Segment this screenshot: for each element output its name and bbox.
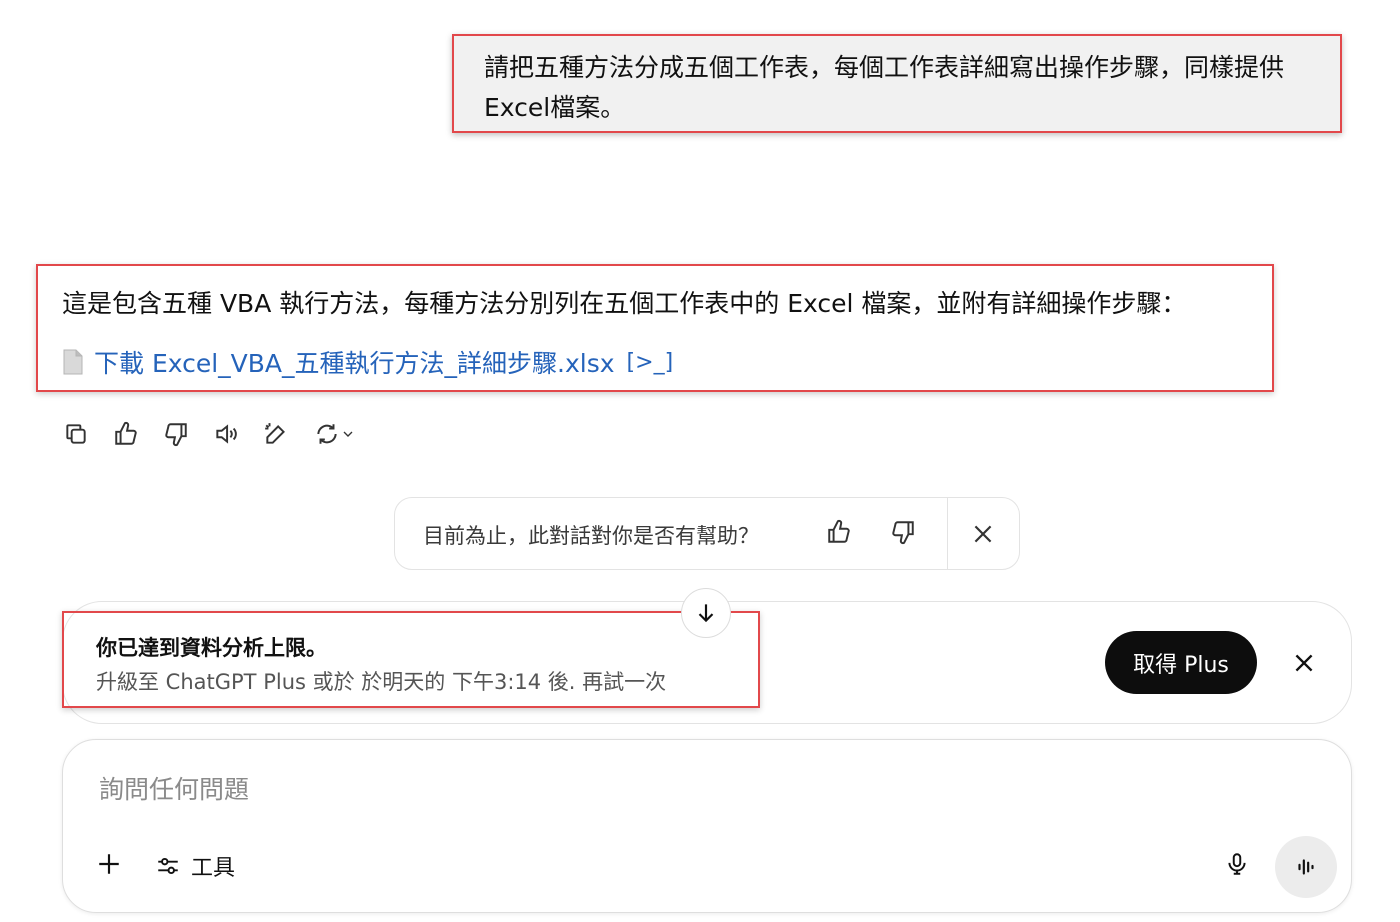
message-action-bar: [58, 416, 362, 452]
copy-icon[interactable]: [58, 416, 94, 452]
thumbs-down-icon[interactable]: [158, 416, 194, 452]
tools-label: 工具: [191, 856, 236, 881]
file-download-row: 下載 Excel_VBA_五種執行方法_詳細步驟.xlsx [>_]: [62, 344, 673, 380]
feedback-close-icon[interactable]: [967, 518, 999, 550]
sliders-icon: [158, 857, 178, 875]
read-aloud-icon[interactable]: [208, 416, 244, 452]
document-icon: [62, 349, 84, 375]
edit-icon[interactable]: [258, 416, 294, 452]
assistant-reply-text: 這是包含五種 VBA 執行方法，每種方法分別列在五個工作表中的 Excel 檔案…: [62, 289, 1187, 318]
feedback-prompt: 目前為止，此對話對你是否有幫助？: [394, 497, 1020, 570]
divider: [947, 498, 948, 569]
message-composer: 工具: [62, 739, 1352, 913]
limit-close-icon[interactable]: [1288, 647, 1320, 679]
feedback-question: 目前為止，此對話對你是否有幫助？: [423, 524, 759, 548]
assistant-reply: 這是包含五種 VBA 執行方法，每種方法分別列在五個工作表中的 Excel 檔案…: [36, 264, 1274, 392]
microphone-icon[interactable]: [1221, 848, 1253, 880]
prompt-input[interactable]: [97, 768, 1001, 810]
get-plus-button[interactable]: 取得 Plus: [1105, 631, 1257, 694]
chevron-down-icon[interactable]: [340, 426, 356, 442]
user-message-bubble: 請把五種方法分成五個工作表，每個工作表詳細寫出操作步驟，同樣提供Excel檔案。: [452, 34, 1342, 133]
voice-mode-button[interactable]: [1275, 836, 1337, 898]
user-message-text: 請把五種方法分成五個工作表，每個工作表詳細寫出操作步驟，同樣提供Excel檔案。: [484, 53, 1285, 122]
plus-icon[interactable]: [93, 848, 125, 880]
tools-button[interactable]: 工具: [155, 850, 235, 882]
feedback-thumbs-up-icon[interactable]: [823, 516, 855, 548]
file-download-link[interactable]: 下載 Excel_VBA_五種執行方法_詳細步驟.xlsx: [94, 344, 615, 380]
voice-waveform-icon: [1298, 859, 1314, 875]
regenerate-icon[interactable]: [308, 416, 362, 452]
thumbs-up-icon[interactable]: [108, 416, 144, 452]
code-interpreter-icon[interactable]: [>_]: [627, 350, 674, 375]
arrow-down-icon: [698, 604, 714, 623]
limit-subtitle: 升級至 ChatGPT Plus 或於 於明天的 下午3:14 後. 再試一次: [96, 670, 667, 694]
limit-title: 你已達到資料分析上限。: [96, 636, 327, 660]
scroll-down-button[interactable]: [681, 588, 731, 638]
feedback-thumbs-down-icon[interactable]: [887, 516, 919, 548]
